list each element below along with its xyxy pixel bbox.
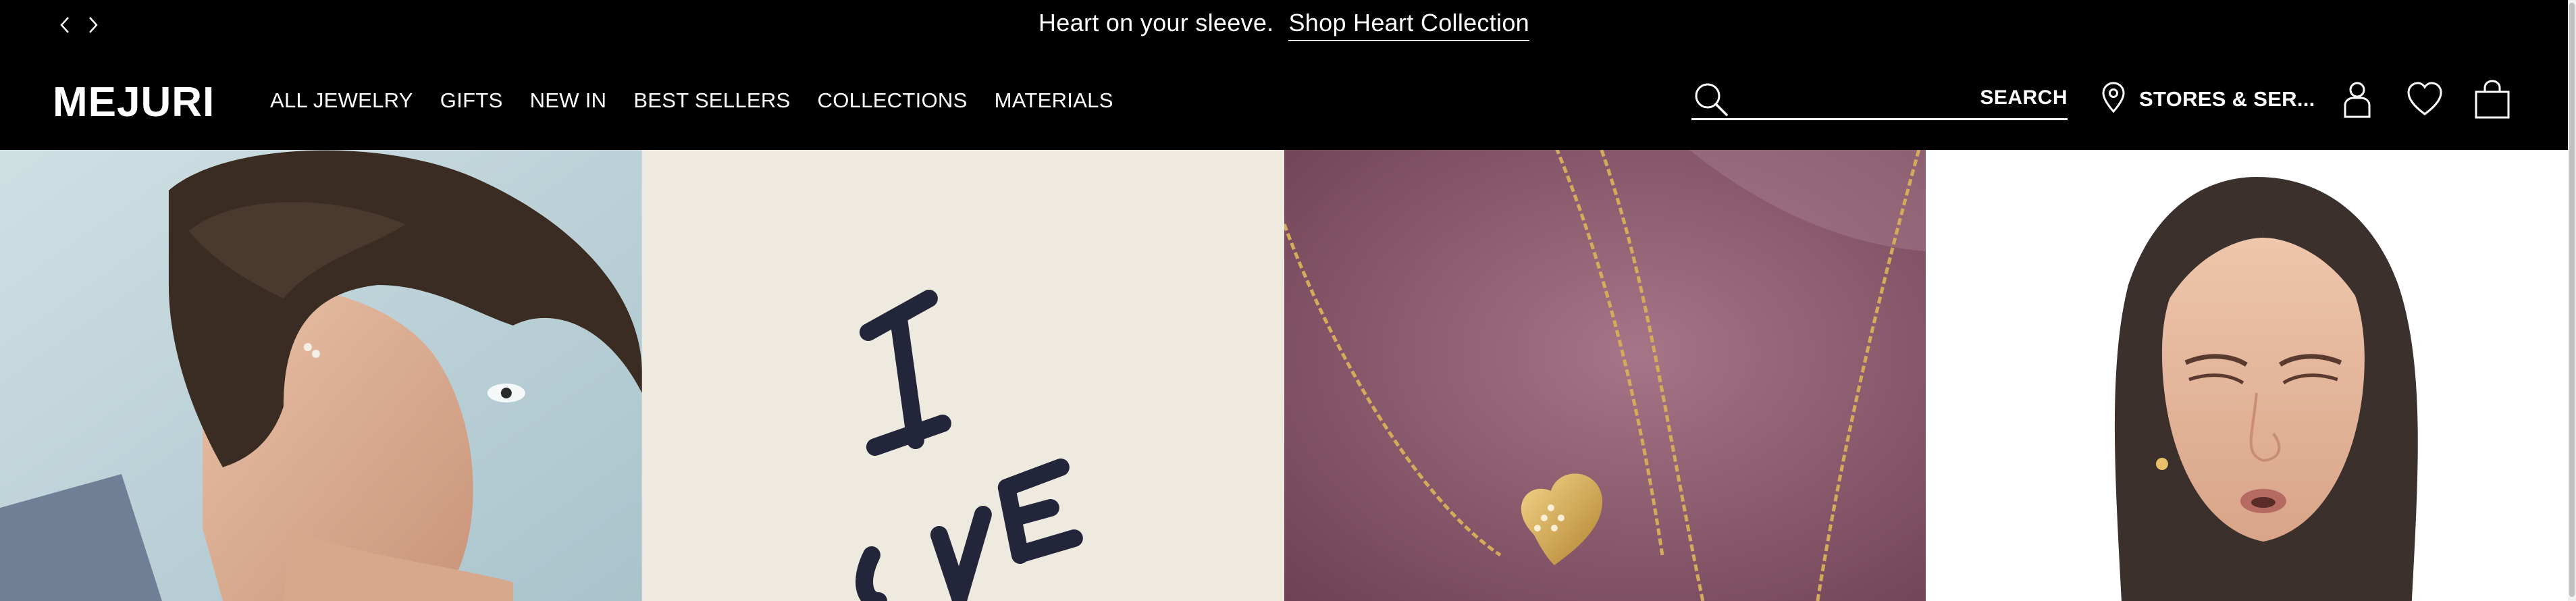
nav-item-gifts[interactable]: GIFTS [440, 88, 503, 113]
heart-icon[interactable] [2405, 78, 2444, 120]
bag-icon[interactable] [2473, 78, 2512, 120]
site-header: MEJURI ALL JEWELRY GIFTS NEW IN BEST SEL… [0, 50, 2568, 150]
stores-services-link[interactable]: STORES & SER... [2100, 81, 2315, 117]
account-icon[interactable] [2338, 78, 2377, 120]
nav-item-all-jewelry[interactable]: ALL JEWELRY [270, 88, 413, 113]
nav-item-new-in[interactable]: NEW IN [530, 88, 607, 113]
model-earrings-photo[interactable] [0, 150, 642, 601]
search-icon[interactable] [1693, 81, 1729, 117]
hero-tiles [0, 150, 2568, 601]
announcement-bar: Heart on your sleeve. Shop Heart Collect… [0, 0, 2568, 50]
i-love-handwriting-photo[interactable] [641, 150, 1284, 601]
stores-services-label: STORES & SER... [2139, 86, 2315, 111]
nav-item-materials[interactable]: MATERIALS [995, 88, 1113, 113]
shop-heart-collection-link[interactable]: Shop Heart Collection [1288, 9, 1529, 41]
logo[interactable]: MEJURI [53, 78, 215, 126]
nav-item-collections[interactable]: COLLECTIONS [818, 88, 968, 113]
announcement-arrows [58, 14, 100, 36]
page-scrollbar[interactable] [2568, 0, 2576, 601]
announcement-message: Heart on your sleeve. Shop Heart Collect… [1039, 9, 1529, 41]
search-input[interactable] [1736, 84, 1939, 112]
scrollbar-thumb[interactable] [2569, 3, 2575, 597]
heart-necklace-photo[interactable] [1284, 150, 1926, 601]
nav-item-best-sellers[interactable]: BEST SELLERS [633, 88, 790, 113]
location-pin-icon [2100, 81, 2127, 117]
model-portrait-photo[interactable] [1926, 150, 2568, 601]
chevron-right-icon[interactable] [86, 14, 100, 36]
search-button[interactable]: SEARCH [1980, 86, 2068, 109]
search-bar: SEARCH [1691, 78, 2068, 120]
main-nav: ALL JEWELRY GIFTS NEW IN BEST SELLERS CO… [270, 88, 1113, 113]
chevron-left-icon[interactable] [58, 14, 72, 36]
announcement-text: Heart on your sleeve. [1039, 9, 1274, 36]
